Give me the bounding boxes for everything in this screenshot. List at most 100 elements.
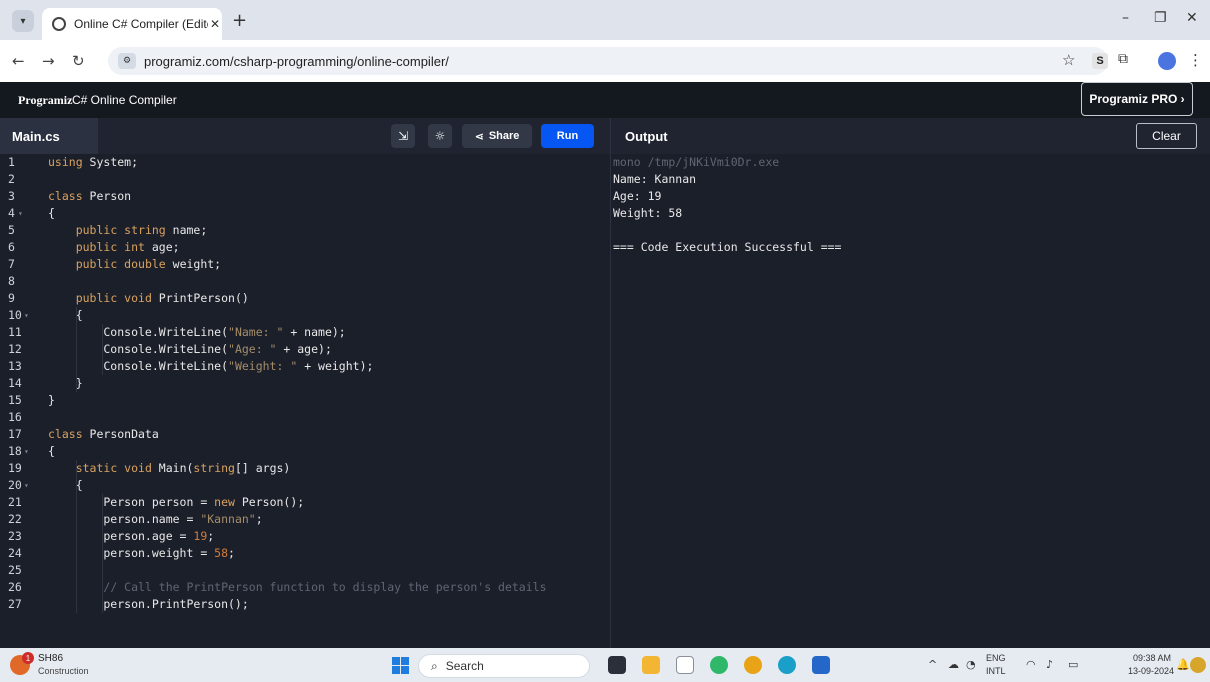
clock-time[interactable]: 09:38 AM — [1133, 653, 1171, 663]
browser-tab[interactable]: Online C# Compiler (Editor) - P ✕ — [42, 8, 222, 40]
address-bar[interactable]: ⚙ programiz.com/csharp-programming/onlin… — [108, 47, 1108, 75]
code-line[interactable]: 9 public void PrintPerson() — [0, 290, 610, 307]
run-button[interactable]: Run — [541, 124, 594, 148]
code-token: Main( — [151, 461, 194, 475]
clear-button[interactable]: Clear — [1136, 123, 1197, 149]
output-line: === Code Execution Successful === — [613, 240, 842, 254]
programiz-pro-button[interactable]: Programiz PRO › — [1081, 82, 1193, 116]
code-text: { — [48, 477, 83, 494]
code-token: } — [48, 376, 83, 390]
chrome-icon[interactable] — [744, 656, 762, 674]
language-bottom[interactable]: INTL — [986, 666, 1006, 676]
indent-guide — [102, 324, 103, 375]
extensions-puzzle-icon[interactable]: ⧉ — [1118, 51, 1128, 67]
code-line[interactable]: 27 person.PrintPerson(); — [0, 596, 610, 613]
code-line[interactable]: 23 person.age = 19; — [0, 528, 610, 545]
code-line[interactable]: 12 Console.WriteLine("Age: " + age); — [0, 341, 610, 358]
code-line[interactable]: 13 Console.WriteLine("Weight: " + weight… — [0, 358, 610, 375]
code-line[interactable]: 22 person.name = "Kannan"; — [0, 511, 610, 528]
profile-avatar[interactable] — [1158, 52, 1176, 70]
taskbar-search[interactable]: ⌕ Search — [418, 654, 590, 678]
battery-icon[interactable]: ▭ — [1068, 658, 1078, 671]
back-arrow-icon[interactable]: ← — [12, 52, 25, 70]
code-line[interactable]: 25 — [0, 562, 610, 579]
code-line[interactable]: 14 } — [0, 375, 610, 392]
language-top[interactable]: ENG — [986, 653, 1006, 663]
code-line[interactable]: 3 class Person — [0, 188, 610, 205]
code-line[interactable]: 21 Person person = new Person(); — [0, 494, 610, 511]
minimize-icon[interactable]: – — [1122, 10, 1129, 26]
windows-start-icon[interactable] — [392, 657, 409, 674]
tray-overflow-chevron-icon[interactable]: ^ — [928, 658, 937, 671]
theme-sun-icon[interactable]: ☼ — [428, 124, 452, 148]
copilot-icon[interactable] — [1190, 657, 1206, 673]
line-number: 22 — [8, 512, 22, 526]
clock-date[interactable]: 13-09-2024 — [1128, 666, 1174, 676]
programiz-logo[interactable]: Programiz — [18, 93, 72, 108]
search-icon: ⌕ — [431, 658, 438, 673]
code-line[interactable]: 11 Console.WriteLine("Name: " + name); — [0, 324, 610, 341]
share-button[interactable]: ⋖ Share — [462, 124, 532, 148]
tab-search-chevron-icon[interactable]: ▾ — [12, 10, 34, 32]
whatsapp-icon[interactable] — [710, 656, 728, 674]
collapse-icon[interactable]: ⇲ — [391, 124, 415, 148]
code-token: ; — [255, 512, 263, 526]
browser-menu-icon[interactable]: ⋮ — [1188, 51, 1203, 69]
code-line[interactable]: 5 public string name; — [0, 222, 610, 239]
code-editor[interactable]: 1 using System; 2 3 class Person 4 ▾{5 public … — [0, 154, 610, 648]
weather-subtitle[interactable]: Construction — [38, 666, 89, 676]
url-text[interactable]: programiz.com/csharp-programming/online-… — [144, 54, 449, 69]
code-line[interactable]: 1 using System; — [0, 154, 610, 171]
code-line[interactable]: 17 class PersonData — [0, 426, 610, 443]
close-tab-icon[interactable]: ✕ — [210, 17, 220, 31]
code-line[interactable]: 16 — [0, 409, 610, 426]
code-line[interactable]: 6 public int age; — [0, 239, 610, 256]
wifi-icon[interactable]: ◠ — [1026, 658, 1036, 671]
bookmark-star-icon[interactable]: ☆ — [1062, 51, 1075, 69]
notification-bell-icon[interactable]: 🔔 — [1176, 658, 1190, 671]
code-line[interactable]: 2 — [0, 171, 610, 188]
notepad-icon[interactable] — [676, 656, 694, 674]
code-text: } — [48, 392, 55, 409]
file-explorer-icon[interactable] — [642, 656, 660, 674]
extension-s-icon[interactable]: S — [1092, 53, 1108, 69]
new-tab-plus-icon[interactable]: + — [232, 10, 247, 31]
code-line[interactable]: 18 ▾{ — [0, 443, 610, 460]
code-line[interactable]: 10 ▾ { — [0, 307, 610, 324]
code-token: class — [48, 427, 83, 441]
code-line[interactable]: 24 person.weight = 58; — [0, 545, 610, 562]
fold-arrow-icon[interactable]: ▾ — [18, 205, 23, 222]
meet-icon[interactable]: ◔ — [966, 658, 976, 671]
code-token: class — [48, 189, 83, 203]
restore-icon[interactable]: ❐ — [1154, 10, 1167, 26]
code-token: using — [48, 155, 83, 169]
code-line[interactable]: 4 ▾ { — [0, 205, 610, 222]
code-line[interactable]: 8 — [0, 273, 610, 290]
code-line[interactable]: 26 // Call the PrintPerson function to d… — [0, 579, 610, 596]
code-token: public int — [75, 240, 145, 254]
output-line: Weight: 58 — [613, 206, 683, 220]
code-line[interactable]: 15} — [0, 392, 610, 409]
onedrive-cloud-icon[interactable]: ☁ — [948, 658, 959, 671]
line-number: 19 — [8, 461, 22, 475]
forward-arrow-icon[interactable]: → — [42, 52, 55, 70]
code-line[interactable]: 20 ▾ { — [0, 477, 610, 494]
code-token: + age); — [276, 342, 332, 356]
weather-title[interactable]: SH86 — [38, 653, 63, 664]
file-tab-main[interactable]: Main.cs — [0, 118, 98, 154]
window-close-icon[interactable]: ✕ — [1186, 10, 1198, 26]
fold-arrow-icon[interactable]: ▾ — [24, 443, 29, 460]
site-info-icon[interactable]: ⚙ — [118, 53, 136, 69]
output-console: mono /tmp/jNKiVmi0Dr.exe Name: Kannan Age:… — [610, 154, 1210, 648]
code-line[interactable]: 7 public double weight; — [0, 256, 610, 273]
reload-icon[interactable]: ↻ — [72, 52, 85, 70]
edge-icon[interactable] — [778, 656, 796, 674]
fold-arrow-icon[interactable]: ▾ — [24, 477, 29, 494]
volume-icon[interactable]: ♪ — [1046, 658, 1053, 671]
code-line[interactable]: 19 static void Main(string[] args) — [0, 460, 610, 477]
store-icon[interactable] — [812, 656, 830, 674]
task-view-icon[interactable] — [608, 656, 626, 674]
fold-arrow-icon[interactable]: ▾ — [24, 307, 29, 324]
